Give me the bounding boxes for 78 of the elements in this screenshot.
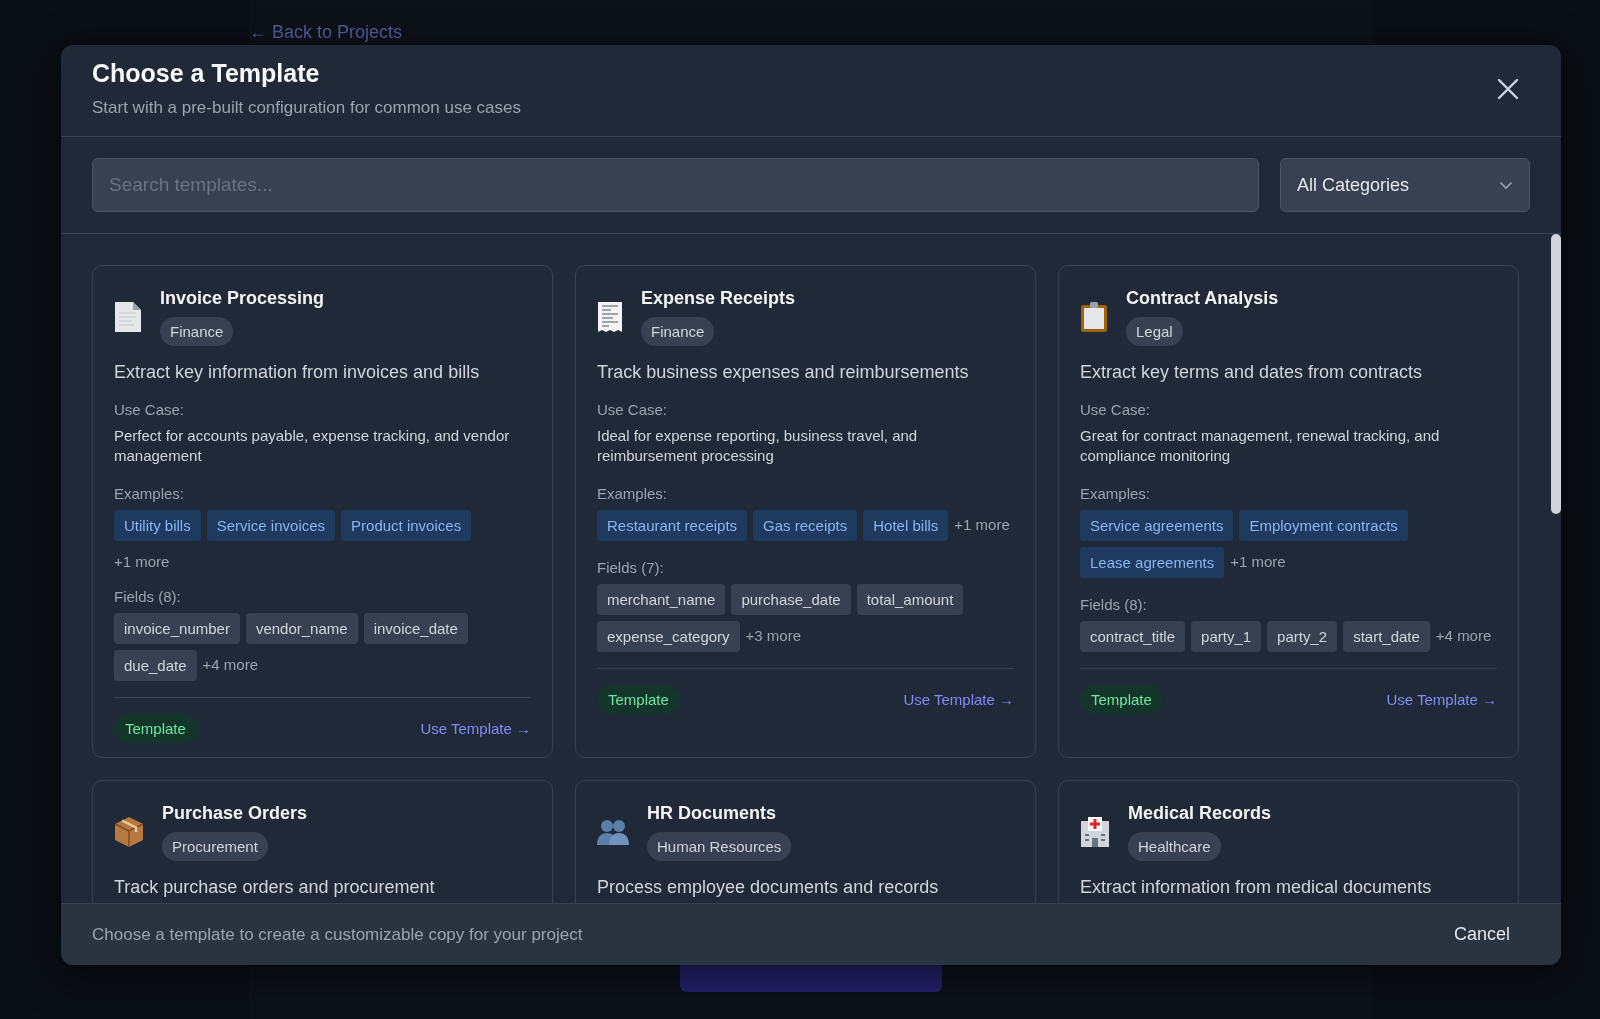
use-template-link[interactable]: Use Template →: [1386, 690, 1497, 708]
more-count: +1 more: [954, 514, 1010, 533]
field-tag: merchant_name: [597, 583, 726, 615]
clipboard-icon: [1080, 301, 1108, 333]
package-icon: [114, 815, 144, 848]
field-tag: due_date: [114, 649, 197, 681]
field-tag: purchase_date: [731, 583, 851, 615]
field-tag: start_date: [1343, 620, 1430, 652]
template-title: Contract Analysis: [1126, 288, 1279, 309]
use-case-text: Ideal for expense reporting, business travel, and reimbursement processing: [597, 426, 919, 467]
category-tag: Finance: [641, 317, 715, 346]
example-tag: Lease agreements: [1080, 546, 1225, 578]
use-case-text: Great for contract management, renewal tracking, and compliance monitoring: [1080, 426, 1441, 467]
field-tag: total_amount: [856, 583, 964, 615]
field-tag: expense_category: [597, 620, 740, 652]
template-badge: Template: [1080, 684, 1163, 714]
more-count: +1 more: [114, 551, 170, 570]
template-title: Invoice Processing: [160, 288, 325, 309]
close-icon[interactable]: [1497, 77, 1519, 100]
template-title: Expense Receipts: [641, 288, 796, 309]
example-tag: Employment contracts: [1239, 509, 1408, 541]
example-tag: Service agreements: [1080, 509, 1234, 541]
examples-label: Examples:: [114, 484, 186, 502]
template-description: Track business expenses and reimbursements: [597, 362, 970, 383]
field-tag: invoice_number: [114, 612, 240, 644]
use-case-label: Use Case:: [114, 401, 186, 418]
example-tag: Service invoices: [206, 509, 336, 541]
document-icon: [114, 301, 142, 333]
category-tag: Healthcare: [1128, 831, 1221, 861]
example-tag: Gas receipts: [753, 509, 858, 541]
hospital-icon: [1080, 815, 1110, 848]
more-count: +3 more: [745, 625, 802, 644]
cancel-button[interactable]: Cancel: [1453, 918, 1510, 951]
use-case-label: Use Case:: [597, 401, 669, 418]
template-description: Extract key terms and dates from contracts: [1080, 362, 1424, 383]
template-title: HR Documents: [647, 802, 776, 824]
template-description: Extract key information from invoices and bills: [114, 362, 481, 383]
examples-label: Examples:: [1080, 484, 1152, 502]
field-tag: contract_title: [1080, 620, 1186, 652]
field-tag: party_1: [1191, 620, 1262, 652]
use-template-link[interactable]: Use Template →: [903, 690, 1014, 708]
more-count: +1 more: [1230, 551, 1286, 570]
examples-label: Examples:: [597, 484, 669, 502]
field-tag: party_2: [1267, 620, 1338, 652]
category-tag: Procurement: [162, 831, 268, 861]
modal-title: Choose a Template: [92, 59, 321, 88]
more-count: +4 more: [1435, 625, 1492, 644]
footer-note: Choose a template to create a customizable copy for your project: [92, 924, 583, 945]
example-tag: Utility bills: [114, 509, 201, 541]
category-dropdown[interactable]: All Categories: [1280, 158, 1530, 212]
template-description: Track purchase orders and procurement: [114, 876, 436, 898]
back-link[interactable]: ← Back to Projects: [249, 22, 403, 43]
receipt-icon: [597, 301, 623, 333]
example-tag: Hotel bills: [863, 509, 949, 541]
template-badge: Template: [114, 713, 197, 743]
fields-label: Fields (8):: [114, 587, 182, 605]
template-description: Extract information from medical documents: [1080, 876, 1433, 898]
scrollbar-thumb[interactable]: [1551, 234, 1561, 514]
template-title: Medical Records: [1128, 802, 1272, 824]
modal-subtitle: Start with a pre-built configuration for common use cases: [92, 98, 521, 118]
category-tag: Finance: [160, 317, 234, 346]
template-description: Process employee documents and records: [597, 876, 940, 898]
category-tag: Human Resources: [647, 831, 792, 861]
use-template-link[interactable]: Use Template →: [420, 719, 531, 737]
example-tag: Product invoices: [341, 509, 472, 541]
template-badge: Template: [597, 684, 680, 714]
chevron-down-icon: [1499, 180, 1513, 190]
field-tag: invoice_date: [363, 612, 468, 644]
fields-label: Fields (8):: [1080, 595, 1148, 613]
more-count: +4 more: [202, 654, 259, 673]
example-tag: Restaurant receipts: [597, 509, 748, 541]
template-title: Purchase Orders: [162, 802, 308, 824]
use-case-text: Perfect for accounts payable, expense tracking, and vendor management: [114, 426, 511, 467]
category-tag: Legal: [1126, 317, 1183, 346]
use-case-label: Use Case:: [1080, 401, 1152, 418]
field-tag: vendor_name: [245, 612, 358, 644]
fields-label: Fields (7):: [597, 558, 665, 576]
people-icon: [597, 817, 629, 846]
